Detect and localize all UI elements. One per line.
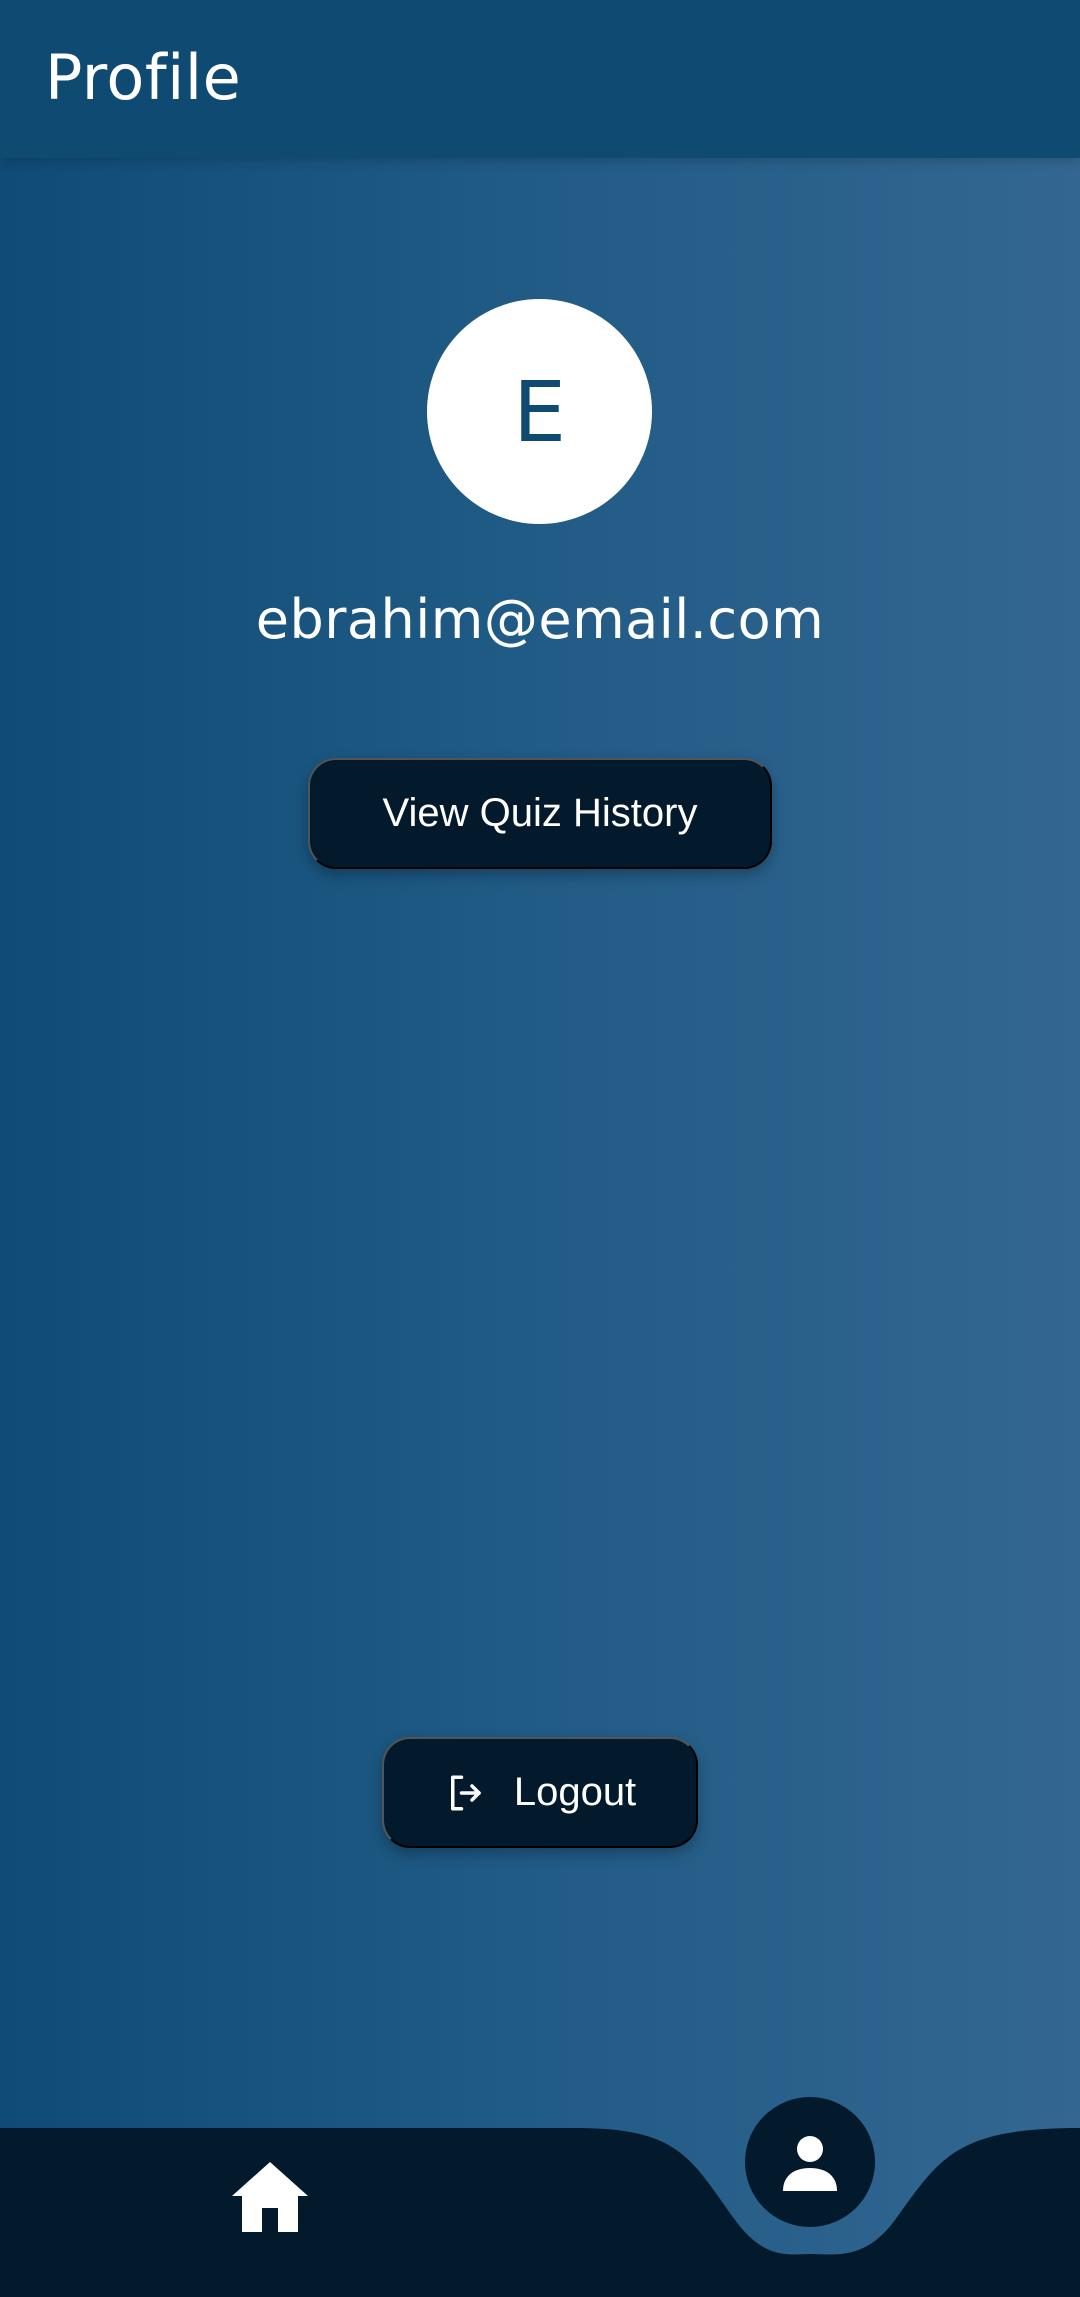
bottom-navigation-bar (0, 2128, 1080, 2297)
avatar: E (427, 299, 652, 524)
logout-label: Logout (513, 1770, 637, 1814)
person-icon (783, 2136, 837, 2191)
nav-profile-button[interactable] (745, 2097, 875, 2227)
app-bar: Profile (0, 0, 1080, 158)
logout-icon (444, 1772, 486, 1814)
view-quiz-history-label: View Quiz History (382, 791, 698, 835)
view-quiz-history-button[interactable]: View Quiz History (308, 758, 772, 869)
logout-button[interactable]: Logout (382, 1737, 698, 1848)
page-title: Profile (45, 41, 242, 114)
avatar-initial: E (512, 362, 567, 461)
home-icon (232, 2162, 308, 2232)
user-email: ebrahim@email.com (255, 588, 825, 651)
nav-home-button[interactable] (232, 2162, 308, 2232)
